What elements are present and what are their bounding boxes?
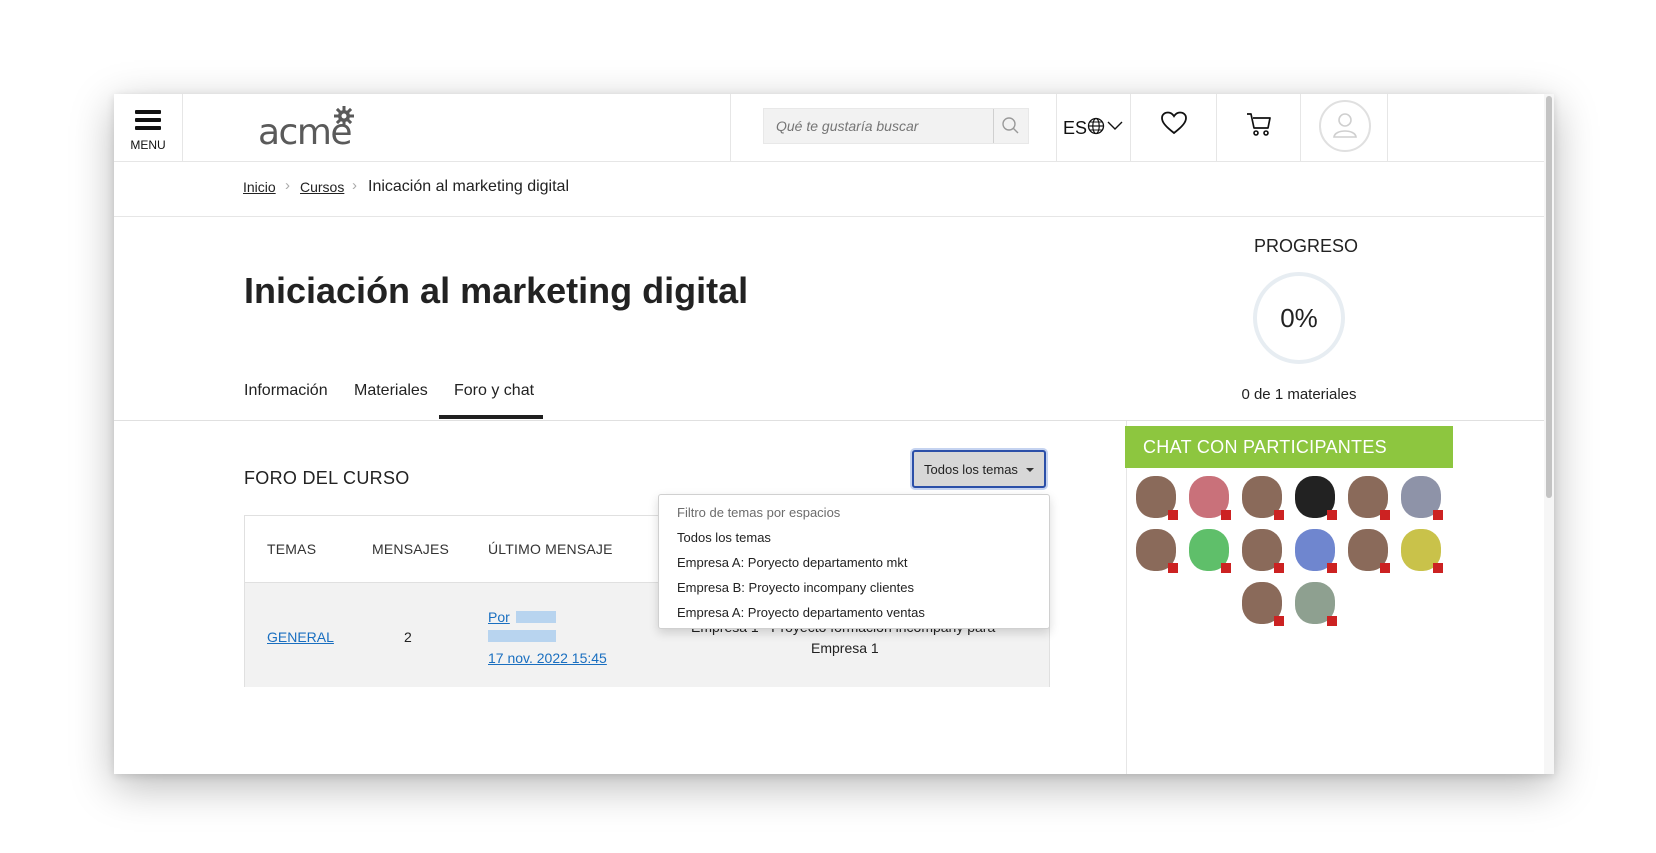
- scrollbar[interactable]: [1544, 94, 1554, 774]
- participant-avatar[interactable]: [1134, 529, 1178, 573]
- participant-avatar[interactable]: [1240, 476, 1284, 520]
- caret-down-icon: [1026, 468, 1034, 472]
- offline-status-dot: [1327, 616, 1337, 626]
- avatar: [1319, 100, 1371, 152]
- space-description-line2: Empresa 1: [811, 640, 879, 656]
- search-icon: [1002, 117, 1019, 134]
- progress-label: PROGRESO: [1254, 236, 1359, 256]
- dropdown-header: Filtro de temas por espacios: [677, 505, 841, 520]
- topic-link[interactable]: GENERAL: [267, 629, 334, 645]
- cart-icon: [1247, 113, 1271, 136]
- favorites-button[interactable]: [1130, 94, 1217, 161]
- breadcrumb-courses-link[interactable]: Cursos: [300, 179, 344, 195]
- chat-title: CHAT CON PARTICIPANTES: [1143, 437, 1387, 457]
- acme-logo[interactable]: acme: [258, 102, 368, 154]
- participant-avatar[interactable]: [1134, 476, 1178, 520]
- blurred-author-surname: [488, 630, 556, 642]
- search-input[interactable]: [764, 109, 990, 143]
- offline-status-dot: [1168, 563, 1178, 573]
- message-count: 2: [404, 629, 412, 645]
- column-header-mensajes: MENSAJES: [372, 541, 450, 557]
- column-header-temas: TEMAS: [267, 541, 317, 557]
- breadcrumb: Inicio › Cursos › Inicación al marketing…: [114, 161, 1544, 217]
- search-button[interactable]: [993, 109, 1028, 143]
- dropdown-option-empresa-b-clientes[interactable]: Empresa B: Proyecto incompany clientes: [677, 580, 914, 595]
- offline-status-dot: [1274, 616, 1284, 626]
- participant-avatar[interactable]: [1293, 529, 1337, 573]
- progress-value: 0%: [1280, 303, 1318, 333]
- chevron-down-icon: [1107, 121, 1123, 130]
- breadcrumb-home-link[interactable]: Inicio: [243, 179, 276, 195]
- tab-materiales[interactable]: Materiales: [354, 382, 428, 400]
- offline-status-dot: [1221, 563, 1231, 573]
- participant-avatar[interactable]: [1293, 476, 1337, 520]
- menu-label: MENU: [130, 138, 166, 152]
- app-window: MENU acme Qué te gustaría buscar ES Inic…: [114, 94, 1554, 774]
- active-tab-indicator: [439, 415, 543, 419]
- topic-filter-label: Todos los temas: [924, 462, 1018, 477]
- last-message-date-link[interactable]: 17 nov. 2022 15:45: [488, 650, 607, 666]
- participant-avatar[interactable]: [1293, 582, 1337, 626]
- participant-avatar[interactable]: [1346, 529, 1390, 573]
- offline-status-dot: [1274, 563, 1284, 573]
- offline-status-dot: [1433, 510, 1443, 520]
- forum-title: FORO DEL CURSO: [244, 468, 410, 488]
- course-tabs: Información Materiales Foro y chat: [114, 364, 1544, 421]
- participant-avatar[interactable]: [1240, 582, 1284, 626]
- breadcrumb-separator: ›: [352, 177, 357, 194]
- blurred-author-name: [516, 611, 556, 623]
- offline-status-dot: [1327, 510, 1337, 520]
- breadcrumb-separator: ›: [285, 177, 290, 194]
- search-box: [763, 108, 1029, 144]
- scrollbar-thumb[interactable]: [1546, 96, 1552, 498]
- top-navbar: MENU acme Qué te gustaría buscar ES: [114, 94, 1544, 162]
- offline-status-dot: [1380, 510, 1390, 520]
- chat-header: CHAT CON PARTICIPANTES: [1125, 426, 1453, 468]
- menu-button[interactable]: MENU: [114, 94, 183, 161]
- globe-icon: [1087, 117, 1105, 135]
- offline-status-dot: [1274, 510, 1284, 520]
- sidebar-divider: [1126, 421, 1127, 774]
- topic-filter-dropdown-button[interactable]: Todos los temas: [912, 450, 1046, 488]
- hamburger-icon: [135, 110, 161, 134]
- participant-avatar[interactable]: [1346, 476, 1390, 520]
- last-message-author-link[interactable]: Por: [488, 609, 510, 625]
- user-icon: [1333, 113, 1357, 138]
- topic-filter-menu: Filtro de temas por espacios Todos los t…: [658, 494, 1050, 629]
- column-header-ultimo-mensaje: ÚLTIMO MENSAJE: [488, 541, 613, 557]
- language-label: ES: [1063, 118, 1088, 138]
- offline-status-dot: [1221, 510, 1231, 520]
- dropdown-option-empresa-a-mkt[interactable]: Empresa A: Poryecto departamento mkt: [677, 555, 908, 570]
- page-title: Iniciación al marketing digital: [244, 270, 749, 311]
- participant-avatar[interactable]: [1187, 476, 1231, 520]
- breadcrumb-current: Inicación al marketing digital: [368, 178, 569, 195]
- user-account-button[interactable]: [1300, 94, 1388, 161]
- language-selector[interactable]: ES: [1056, 94, 1131, 161]
- dropdown-option-todos[interactable]: Todos los temas: [677, 530, 771, 545]
- participant-avatar[interactable]: [1399, 529, 1443, 573]
- participant-avatar[interactable]: [1399, 476, 1443, 520]
- offline-status-dot: [1433, 563, 1443, 573]
- gear-icon: [334, 106, 354, 126]
- participant-avatar[interactable]: [1240, 529, 1284, 573]
- participant-avatar[interactable]: [1187, 529, 1231, 573]
- offline-status-dot: [1168, 510, 1178, 520]
- offline-status-dot: [1380, 563, 1390, 573]
- offline-status-dot: [1327, 563, 1337, 573]
- tab-foro-y-chat[interactable]: Foro y chat: [454, 382, 534, 400]
- dropdown-option-empresa-a-ventas[interactable]: Empresa A: Proyecto departamento ventas: [677, 605, 925, 620]
- tab-informacion[interactable]: Información: [244, 382, 328, 400]
- cart-button[interactable]: [1216, 94, 1301, 161]
- progress-ring: 0%: [1253, 272, 1345, 364]
- heart-icon: [1161, 111, 1187, 135]
